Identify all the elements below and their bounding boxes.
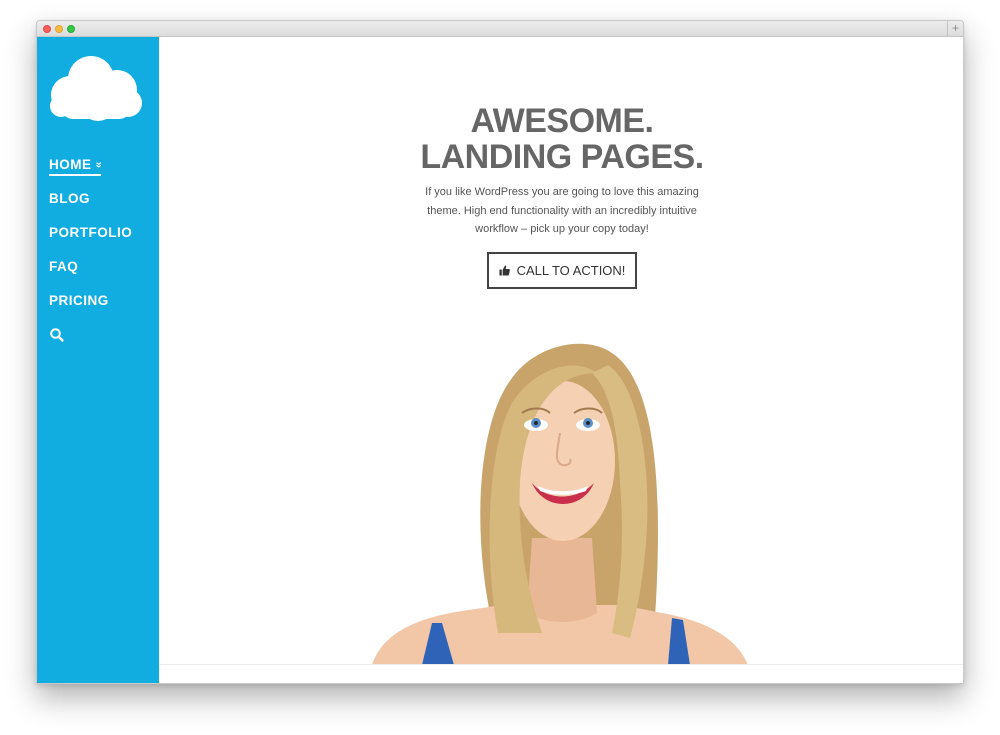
- close-window-button[interactable]: [43, 25, 51, 33]
- search-icon[interactable]: [49, 327, 65, 343]
- browser-window: + HOME» BLOG PORTFOLIO FAQ PRICING AWESO…: [36, 20, 964, 684]
- nav-item-faq[interactable]: FAQ: [49, 257, 132, 291]
- thumbs-up-icon: [499, 265, 510, 276]
- minimize-window-button[interactable]: [55, 25, 63, 33]
- hero-description-line-2: theme. High end functionality with an in…: [427, 204, 697, 217]
- hero-title: AWESOME. LANDING PAGES.: [159, 102, 963, 176]
- cloud-logo-icon[interactable]: [48, 53, 144, 123]
- new-tab-button[interactable]: +: [947, 21, 963, 37]
- double-chevron-down-icon: »: [91, 161, 104, 169]
- main-nav: HOME» BLOG PORTFOLIO FAQ PRICING: [49, 155, 132, 343]
- browser-titlebar: +: [37, 21, 963, 37]
- nav-item-home-label: HOME»: [49, 157, 104, 176]
- call-to-action-button[interactable]: CALL TO ACTION!: [487, 252, 637, 289]
- call-to-action-label: CALL TO ACTION!: [516, 263, 626, 278]
- content-divider: [159, 664, 963, 665]
- hero-description: If you like WordPress you are going to l…: [412, 183, 712, 239]
- sidebar: HOME» BLOG PORTFOLIO FAQ PRICING: [37, 37, 159, 683]
- nav-item-portfolio[interactable]: PORTFOLIO: [49, 223, 132, 257]
- nav-item-blog[interactable]: BLOG: [49, 189, 132, 223]
- hero-title-line-1: AWESOME.: [470, 102, 654, 140]
- woman-smiling-looking-up-photo: [372, 343, 748, 665]
- zoom-window-button[interactable]: [67, 25, 75, 33]
- nav-item-pricing[interactable]: PRICING: [49, 291, 132, 325]
- hero-description-line-3: workflow – pick up your copy today!: [475, 223, 649, 235]
- main-content: AWESOME. LANDING PAGES. If you like Word…: [159, 37, 963, 683]
- hero-title-line-2: LANDING PAGES.: [420, 138, 704, 176]
- hero-description-line-1: If you like WordPress you are going to l…: [425, 186, 699, 198]
- nav-item-home[interactable]: HOME»: [49, 155, 132, 189]
